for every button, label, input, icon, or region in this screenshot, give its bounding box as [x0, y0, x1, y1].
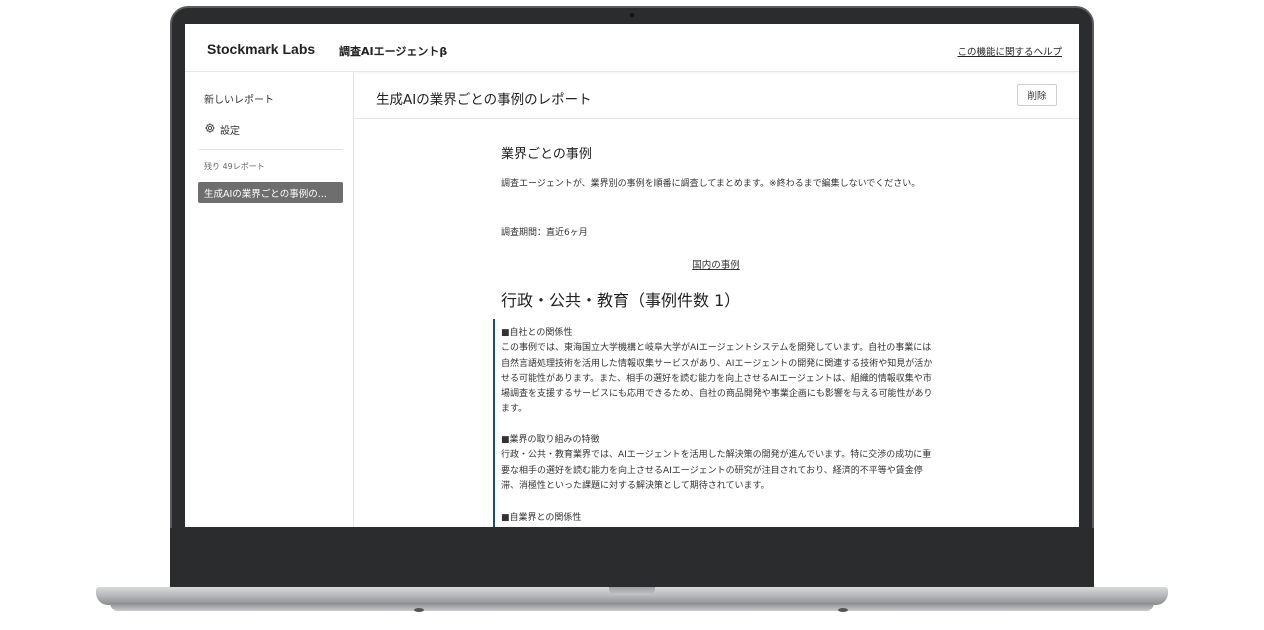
- section-heading: 業界ごとの事例: [501, 147, 592, 162]
- block-heading: ■自業界との関係性: [501, 513, 582, 523]
- laptop-base-shadow: [110, 603, 1154, 611]
- delete-button[interactable]: 削除: [1017, 84, 1057, 106]
- case-block: ■自社との関係性 この事例では、東海国立大学機構と岐阜大学がAIエージェントシス…: [501, 326, 933, 418]
- block-body: この事例では、東海国立大学機構と岐阜大学がAIエージェントシステムを開発していま…: [501, 343, 933, 415]
- sidebar-divider: [199, 149, 343, 150]
- block-heading: ■業界の取り組みの特徴: [501, 435, 600, 445]
- domestic-cases-link[interactable]: 国内の事例: [692, 260, 740, 271]
- gear-icon: [204, 122, 216, 137]
- case-block: ■自業界との関係性: [501, 511, 933, 526]
- new-report-button[interactable]: 新しいレポート: [204, 91, 274, 106]
- category-heading: 行政・公共・教育（事例件数 1）: [501, 291, 741, 310]
- report-header: 生成AIの業界ごとの事例のレポート 削除: [354, 72, 1079, 119]
- app-screen: Stockmark Labs 調査AIエージェントβ この機能に関するヘルプ 新…: [185, 24, 1079, 527]
- product-name: 調査AIエージェントβ: [339, 45, 448, 58]
- block-heading: ■自社との関係性: [501, 328, 573, 338]
- sidebar: 新しいレポート 設定 残り 49レポート 生成AIの業界ごとの事例の...: [185, 72, 354, 527]
- period-text: 調査期間：直近6ヶ月: [501, 228, 588, 238]
- camera-dot: [630, 13, 634, 17]
- help-link[interactable]: この機能に関するヘルプ: [957, 44, 1062, 58]
- domestic-cases-link-row: 国内の事例: [501, 257, 931, 271]
- brand-logo[interactable]: Stockmark Labs: [207, 41, 315, 57]
- case-block: ■業界の取り組みの特徴 行政・公共・教育業界では、AIエージェントを活用した解決…: [501, 433, 933, 494]
- report-title: 生成AIの業界ごとの事例のレポート: [376, 92, 592, 108]
- laptop-foot-left: [414, 608, 424, 612]
- remaining-reports-count: 残り 49レポート: [204, 162, 265, 171]
- settings-button[interactable]: 設定: [204, 122, 240, 137]
- sidebar-report-item[interactable]: 生成AIの業界ごとの事例の...: [198, 182, 343, 203]
- case-accent-bar: [493, 319, 495, 527]
- block-body: 行政・公共・教育業界では、AIエージェントを活用した解決策の開発が進んでいます。…: [501, 450, 932, 491]
- top-bar: Stockmark Labs 調査AIエージェントβ この機能に関するヘルプ: [185, 24, 1079, 72]
- laptop-notch: [609, 587, 655, 595]
- settings-label: 設定: [220, 126, 240, 137]
- laptop-chin: [170, 528, 1094, 588]
- laptop-foot-right: [838, 608, 848, 612]
- intro-text: 調査エージェントが、業界別の事例を順番に調査してまとめます。※終わるまで編集しな…: [501, 179, 921, 189]
